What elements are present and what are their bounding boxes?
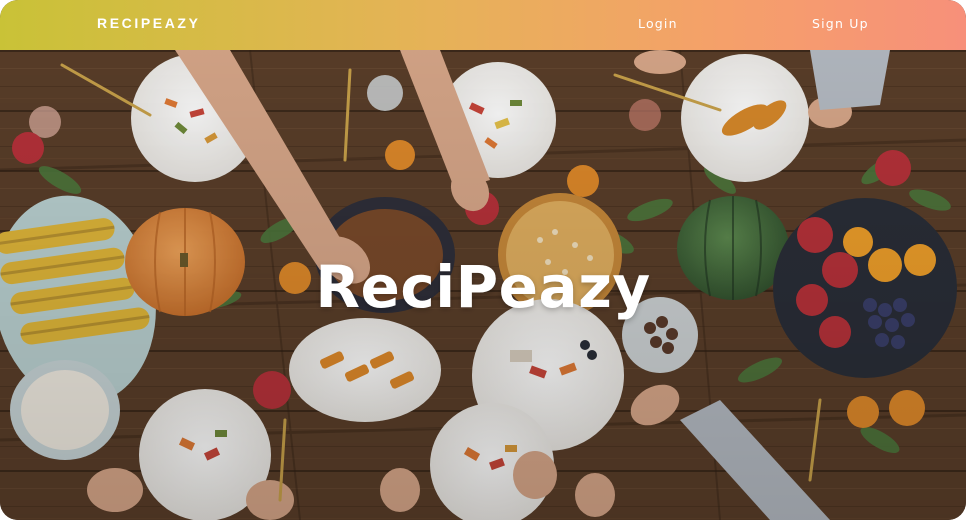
signup-link[interactable]: Sign Up bbox=[812, 16, 869, 31]
hero-title: ReciPeazy bbox=[315, 253, 651, 321]
login-link[interactable]: Login bbox=[638, 16, 678, 31]
app-frame: RECIPEAZY Login Sign Up ReciPeazy bbox=[0, 0, 966, 520]
brand-logo-text[interactable]: RECIPEAZY bbox=[97, 15, 201, 31]
hero-section: ReciPeazy bbox=[0, 50, 966, 520]
top-navbar: RECIPEAZY Login Sign Up bbox=[0, 0, 966, 50]
